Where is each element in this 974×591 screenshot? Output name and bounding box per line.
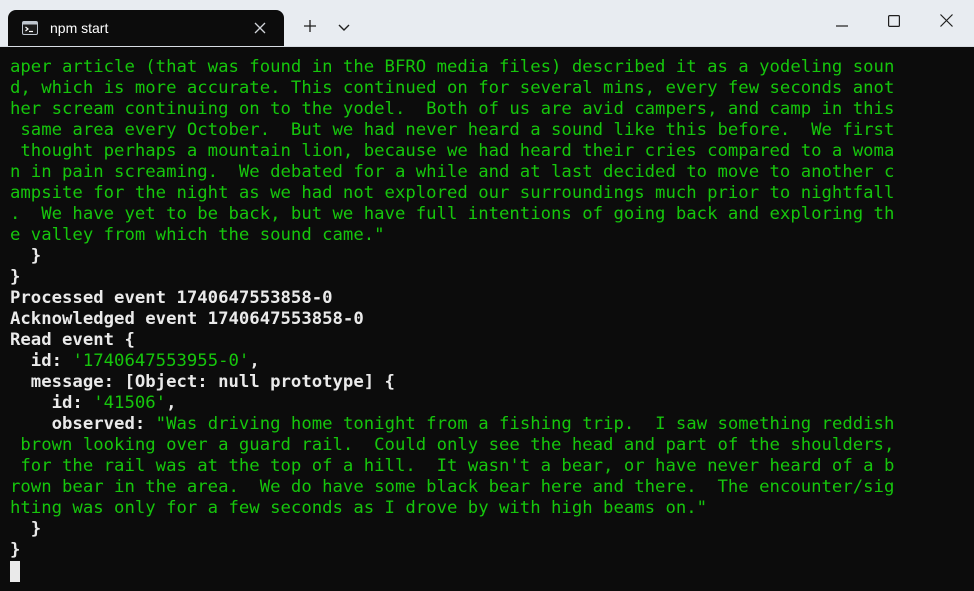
string-segment: '1740647553955-0': [72, 351, 250, 371]
terminal-line: observed: "Was driving home tonight from…: [10, 414, 960, 435]
terminal-line: ampsite for the night as we had not expl…: [10, 183, 960, 204]
string-segment: her scream continuing on to the yodel. B…: [10, 99, 895, 119]
terminal-line: rown bear in the area. We do have some b…: [10, 477, 960, 498]
tab-title: npm start: [50, 20, 109, 36]
terminal-line: id: '41506',: [10, 393, 960, 414]
close-icon: [939, 14, 953, 32]
terminal-icon: [22, 21, 38, 35]
string-segment: '41506': [93, 393, 167, 413]
plus-icon: [304, 19, 316, 37]
text-segment: Acknowledged event 1740647553858-0: [10, 309, 364, 329]
string-segment: aper article (that was found in the BFRO…: [10, 57, 895, 77]
text-segment: }: [10, 519, 42, 539]
title-bar: npm start: [0, 0, 974, 47]
maximize-button[interactable]: [870, 0, 918, 46]
text-segment: ,: [166, 393, 177, 413]
string-segment: hting was only for a few seconds as I dr…: [10, 498, 708, 518]
tab-npm-start[interactable]: npm start: [8, 10, 284, 46]
terminal-line: her scream continuing on to the yodel. B…: [10, 99, 960, 120]
terminal-line: }: [10, 540, 960, 561]
terminal-output[interactable]: aper article (that was found in the BFRO…: [10, 57, 960, 582]
string-segment: for the rail was at the top of a hill. I…: [10, 456, 895, 476]
terminal-line: brown looking over a guard rail. Could o…: [10, 435, 960, 456]
terminal-line: n in pain screaming. We debated for a wh…: [10, 162, 960, 183]
text-segment: }: [10, 246, 42, 266]
terminal-line: aper article (that was found in the BFRO…: [10, 57, 960, 78]
tab-close-icon[interactable]: [250, 18, 270, 38]
terminal-line: for the rail was at the top of a hill. I…: [10, 456, 960, 477]
chevron-down-icon: [338, 19, 350, 37]
string-segment: ampsite for the night as we had not expl…: [10, 183, 895, 203]
terminal-line: }: [10, 246, 960, 267]
minimize-button[interactable]: [818, 0, 866, 46]
text-segment: id:: [10, 393, 94, 413]
text-segment: Read event {: [10, 330, 135, 350]
string-segment: rown bear in the area. We do have some b…: [10, 477, 895, 497]
text-segment: }: [10, 267, 21, 287]
terminal-line: id: '1740647553955-0',: [10, 351, 960, 372]
string-segment: "Was driving home tonight from a fishing…: [155, 414, 895, 434]
terminal-line: Processed event 1740647553858-0: [10, 288, 960, 309]
terminal-window: npm start aper article (that was found i…: [0, 0, 974, 591]
text-segment: ,: [249, 351, 260, 371]
string-segment: brown looking over a guard rail. Could o…: [10, 435, 895, 455]
terminal-line: thought perhaps a mountain lion, because…: [10, 141, 960, 162]
string-segment: same area every October. But we had neve…: [10, 120, 895, 140]
terminal-line: same area every October. But we had neve…: [10, 120, 960, 141]
text-segment: }: [10, 540, 21, 560]
string-segment: n in pain screaming. We debated for a wh…: [10, 162, 895, 182]
text-cursor: [10, 561, 20, 582]
terminal-line: message: [Object: null prototype] {: [10, 372, 960, 393]
text-segment: message: [Object: null prototype] {: [10, 372, 395, 392]
terminal-line: . We have yet to be back, but we have fu…: [10, 204, 960, 225]
minimize-icon: [836, 14, 848, 32]
terminal-line: e valley from which the sound came.": [10, 225, 960, 246]
terminal-line: Acknowledged event 1740647553858-0: [10, 309, 960, 330]
maximize-icon: [888, 14, 901, 32]
string-segment: thought perhaps a mountain lion, because…: [10, 141, 895, 161]
terminal-line: hting was only for a few seconds as I dr…: [10, 498, 960, 519]
tab-dropdown-button[interactable]: [330, 14, 358, 42]
terminal-line: d, which is more accurate. This continue…: [10, 78, 960, 99]
new-tab-button[interactable]: [296, 14, 324, 42]
text-segment: Processed event 1740647553858-0: [10, 288, 333, 308]
text-segment: id:: [10, 351, 73, 371]
terminal-prompt-line: [10, 561, 960, 582]
string-segment: e valley from which the sound came.": [10, 225, 385, 245]
terminal-line: }: [10, 519, 960, 540]
terminal-line: }: [10, 267, 960, 288]
text-segment: observed:: [10, 414, 156, 434]
string-segment: . We have yet to be back, but we have fu…: [10, 204, 895, 224]
close-button[interactable]: [922, 0, 970, 46]
terminal-line: Read event {: [10, 330, 960, 351]
string-segment: d, which is more accurate. This continue…: [10, 78, 895, 98]
